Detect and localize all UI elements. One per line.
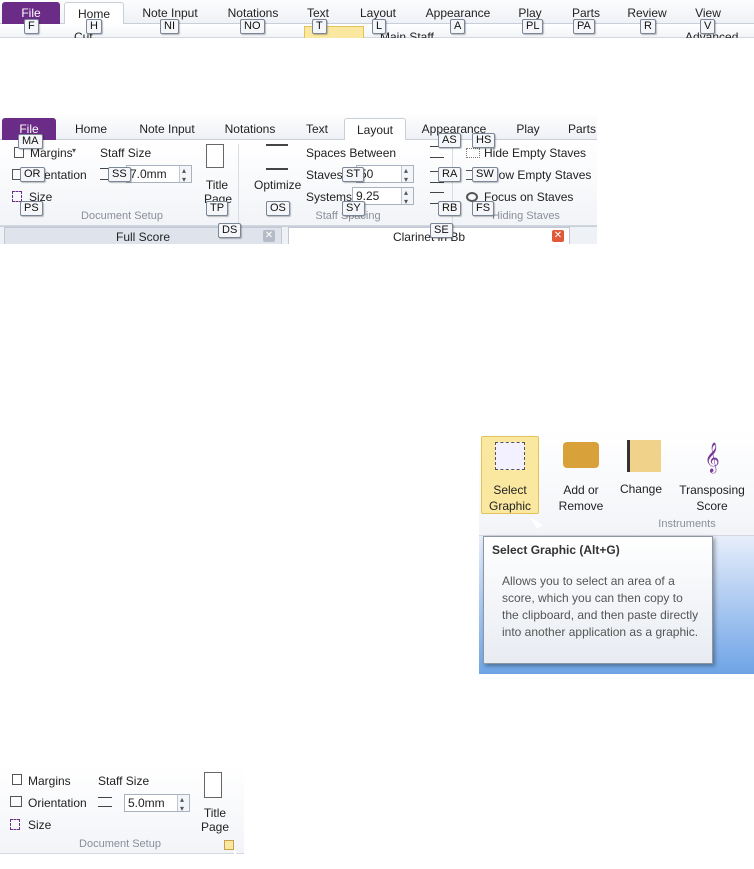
keytip-rb: RB xyxy=(438,201,462,216)
tab-parts[interactable]: Parts xyxy=(562,118,597,140)
keytip-parts: PA xyxy=(573,19,595,34)
keytip-staves: ST xyxy=(342,167,365,182)
keytip-orientation: OR xyxy=(20,167,45,182)
main-staff-label[interactable]: Main Staff xyxy=(380,30,434,38)
orientation-button[interactable]: Orientation xyxy=(28,796,87,810)
staff-size-value: 5.0mm xyxy=(128,796,165,810)
keytip-size: PS xyxy=(20,201,43,216)
margins-button[interactable]: Margins xyxy=(28,774,71,788)
title-page-button[interactable]: Title Page xyxy=(200,806,230,834)
keytip-title-page: TP xyxy=(206,201,229,216)
size-icon xyxy=(10,819,20,830)
select-graphic-icon xyxy=(495,442,525,470)
tab-clarinet[interactable]: Clarinet in Bb xyxy=(288,227,570,244)
staff-size-value: 7.0mm xyxy=(130,167,167,181)
tab-home[interactable]: Home xyxy=(66,118,116,140)
layout-ribbon: File Home Note Input Notations Text Layo… xyxy=(0,116,597,244)
keytip-focus: FS xyxy=(472,201,495,216)
title-page-icon xyxy=(206,144,224,168)
treble-clef-icon: 𝄞 xyxy=(704,442,720,472)
transposing-score-button[interactable]: Transposing Score xyxy=(675,482,749,514)
hide-staves-icon xyxy=(466,148,480,158)
keytip-notations: NO xyxy=(240,19,265,34)
tab-note-input[interactable]: Note Input xyxy=(130,118,204,140)
tooltip-body: Allows you to select an area of a score,… xyxy=(502,574,699,639)
tooltip-title: Select Graphic (Alt+G) xyxy=(492,543,620,557)
keytip-dialog: DS xyxy=(218,223,242,238)
orientation-icon xyxy=(10,796,22,807)
keytip-text: T xyxy=(312,19,327,34)
close-icon[interactable]: ✕ xyxy=(552,230,564,242)
trumpet-icon xyxy=(563,442,599,468)
optimize-button[interactable]: Optimize xyxy=(254,178,301,192)
staff-size-label: Staff Size xyxy=(98,774,150,788)
select-graphic-button[interactable]: Select Graphic xyxy=(483,482,537,514)
layout-tab-bar: File Home Note Input Notations Text Layo… xyxy=(0,116,597,140)
staves-label: Staves xyxy=(306,168,343,182)
size-button[interactable]: Size xyxy=(28,818,51,832)
document-setup-group-label: Document Setup xyxy=(81,210,163,222)
staff-size-label: Staff Size xyxy=(100,146,152,160)
staff-size-input[interactable]: 5.0mm xyxy=(124,792,190,817)
dialog-launcher-icon[interactable] xyxy=(224,840,234,850)
add-or-remove-button[interactable]: Add or Remove xyxy=(553,482,609,514)
keytip-appearance: A xyxy=(450,19,466,34)
staff-size-spinner[interactable] xyxy=(177,792,189,817)
chevron-down-icon: ▾ xyxy=(72,146,77,155)
keytip-view: V xyxy=(700,19,716,34)
staves-spinner[interactable] xyxy=(401,163,413,188)
keytip-se: SE xyxy=(430,223,453,238)
tab-text[interactable]: Text xyxy=(298,118,336,140)
full-score-label: Full Score xyxy=(115,230,171,244)
staff-size-input[interactable]: 7.0mm xyxy=(126,163,192,188)
top-ribbon: File Home Note Input Notations Text Layo… xyxy=(0,0,754,38)
hide-empty-staves-button[interactable]: Hide Empty Staves xyxy=(484,146,586,160)
clarinet-label: Clarinet in Bb xyxy=(392,230,466,244)
document-setup-group-label: Document Setup xyxy=(79,838,161,850)
keytip-home: H xyxy=(86,19,102,34)
keytip-file: F xyxy=(24,19,39,34)
keytip-show: SW xyxy=(472,167,498,182)
close-icon[interactable]: ✕ xyxy=(263,230,275,242)
spaces-between-label: Spaces Between xyxy=(306,146,397,160)
document-setup-small: Margins Orientation Size Staff Size 5.0m… xyxy=(0,766,244,866)
staves-input[interactable]: 50 xyxy=(356,163,414,188)
margins-icon xyxy=(12,774,22,785)
instruments-panel: Select Graphic Add or Remove Change 𝄞 Tr… xyxy=(479,430,754,674)
staff-size-icon xyxy=(98,797,112,807)
tab-play[interactable]: Play xyxy=(508,118,548,140)
keytip-hide: HS xyxy=(472,133,496,148)
keytip-note-input: NI xyxy=(160,19,179,34)
keytip-as: AS xyxy=(438,133,461,148)
tab-notations[interactable]: Notations xyxy=(218,118,282,140)
keytip-ra: RA xyxy=(438,167,462,182)
change-button[interactable]: Change xyxy=(617,482,665,496)
tooltip: Select Graphic (Alt+G) Allows you to sel… xyxy=(483,536,713,664)
optimize-icon xyxy=(266,144,288,170)
title-page-icon xyxy=(204,772,222,798)
show-empty-staves-button[interactable]: Show Empty Staves xyxy=(484,168,591,182)
tab-layout[interactable]: Layout xyxy=(344,118,406,140)
keytip-optimize: OS xyxy=(266,201,290,216)
keytip-margins: MA xyxy=(18,134,43,149)
keytip-systems: SY xyxy=(342,201,365,216)
systems-spinner[interactable] xyxy=(401,185,413,210)
mouse-cursor-icon xyxy=(234,848,240,862)
keytip-play: PL xyxy=(522,19,544,34)
keytip-review: R xyxy=(640,19,656,34)
instruments-group-label: Instruments xyxy=(658,518,716,530)
focus-on-staves-button[interactable]: Focus on Staves xyxy=(484,190,573,204)
keytip-staff-size: SS xyxy=(108,167,131,182)
keytip-layout: L xyxy=(372,19,387,34)
group-divider xyxy=(238,144,239,224)
change-instrument-icon xyxy=(627,440,661,472)
staff-size-spinner[interactable] xyxy=(179,163,191,188)
